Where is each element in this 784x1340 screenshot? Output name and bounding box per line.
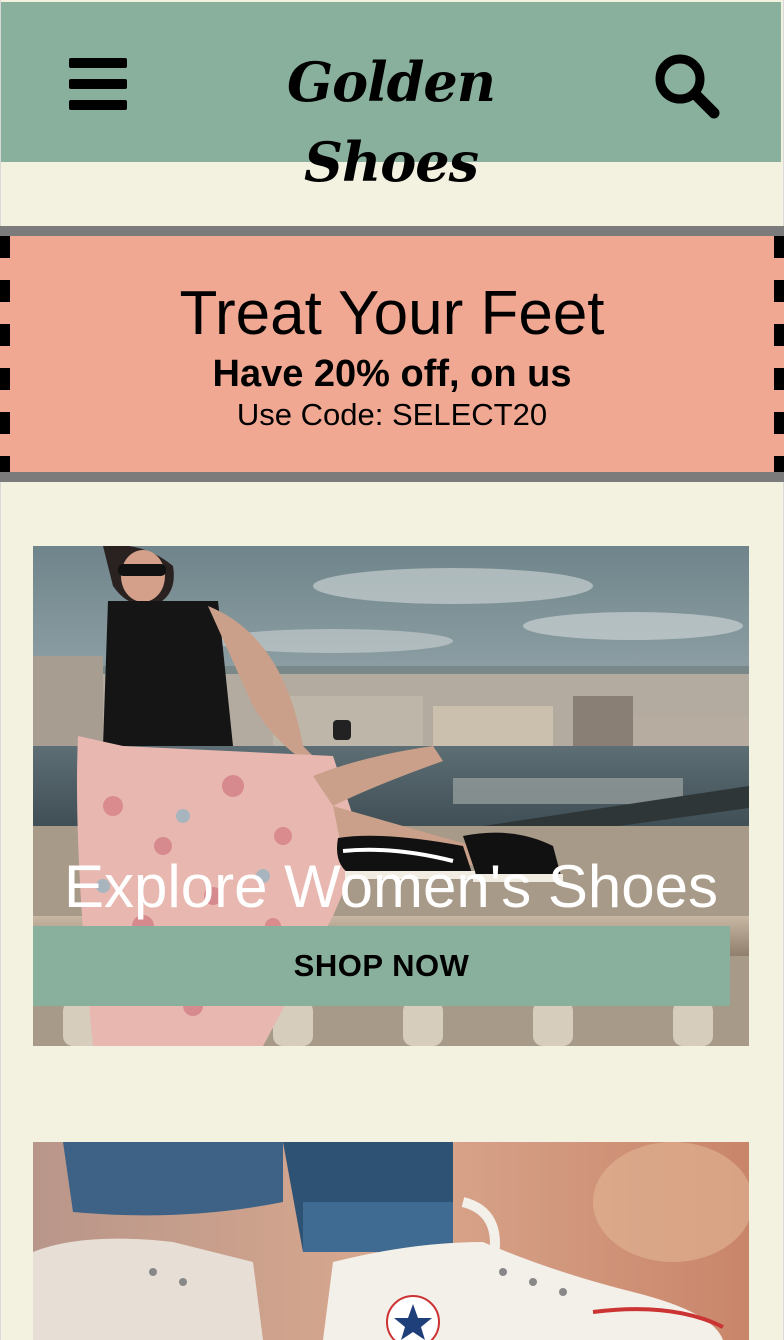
womens-shoes-card[interactable]: Explore Women's Shoes SHOP NOW [33, 546, 749, 1046]
search-icon[interactable] [651, 50, 721, 120]
promo-offer: Have 20% off, on us [212, 353, 572, 395]
top-header: Golden Shoes [1, 2, 781, 194]
shop-now-button[interactable]: SHOP NOW [33, 926, 730, 1006]
converse-hero-image [33, 1142, 749, 1340]
promo-banner: Treat Your Feet Have 20% off, on us Use … [0, 226, 784, 482]
brand-logo[interactable]: Golden Shoes [201, 42, 581, 194]
promo-code: Use Code: SELECT20 [236, 397, 548, 432]
promo-headline: Treat Your Feet [179, 279, 605, 348]
womens-section-title: Explore Women's Shoes [64, 853, 718, 920]
mens-shoes-card[interactable] [33, 1142, 749, 1340]
hamburger-menu-icon[interactable] [69, 58, 127, 110]
